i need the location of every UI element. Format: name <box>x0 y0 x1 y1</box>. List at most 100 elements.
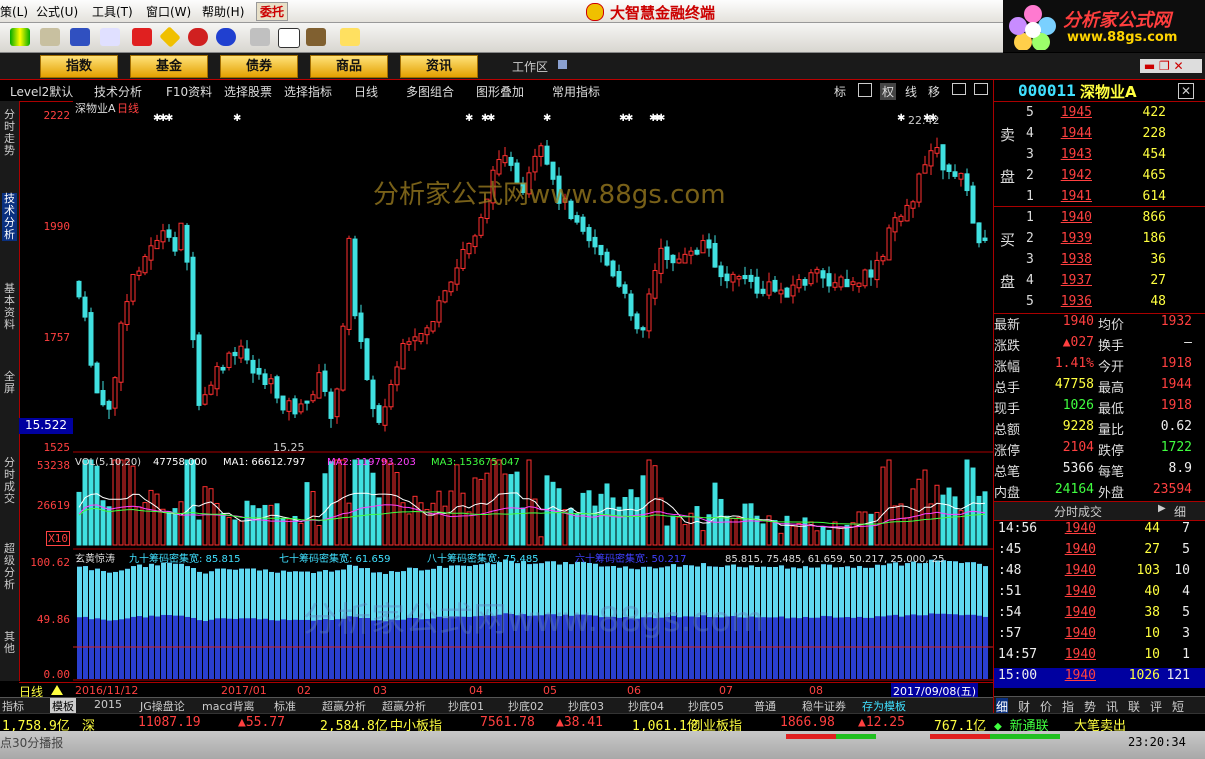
menu-help[interactable]: 帮助(H) <box>202 3 244 20</box>
menu-window[interactable]: 窗口(W) <box>146 3 191 20</box>
btab-indicator[interactable]: 指标 <box>2 698 24 714</box>
ct-level2[interactable]: Level2默认 <box>10 83 73 100</box>
nav-bond-button[interactable]: 债券 <box>220 55 298 78</box>
play-icon[interactable]: ▶ <box>1158 503 1166 514</box>
btab-standard[interactable]: 标准 <box>274 698 296 714</box>
tick-row: :51 1940 40 4 <box>994 584 1205 604</box>
book-row[interactable]: 4 1937 27 <box>994 273 1194 293</box>
ct-move[interactable]: 移 <box>928 83 940 100</box>
grid-icon[interactable] <box>40 28 60 46</box>
btab-template[interactable]: 模板 <box>50 698 76 714</box>
ct-select-stock[interactable]: 选择股票 <box>224 83 272 100</box>
ct-overlay[interactable]: 图形叠加 <box>476 83 524 100</box>
globe-icon[interactable] <box>216 28 236 46</box>
triangle-up-icon[interactable] <box>51 685 63 695</box>
axis-label: 2222 <box>43 109 71 122</box>
workspace-dropdown-icon[interactable] <box>558 60 567 69</box>
candle-body <box>550 161 556 180</box>
book-row[interactable]: 1 1940 866 <box>994 210 1194 230</box>
tab-intraday[interactable]: 分时走势 <box>2 109 17 157</box>
menu-tools[interactable]: 工具(T) <box>92 3 133 20</box>
candle-body <box>496 159 502 175</box>
candle-body <box>148 245 154 261</box>
quote-row: 内盘 24164 外盘 23594 <box>994 482 1205 502</box>
tab-technical[interactable]: 技术分析 <box>2 193 17 241</box>
ct-weight[interactable]: 权 <box>880 83 897 100</box>
book-row[interactable]: 3 1943 454 <box>994 147 1194 167</box>
help-cursor-icon[interactable] <box>340 28 360 46</box>
tab-fullscreen[interactable]: 全屏 <box>2 371 17 395</box>
book-row[interactable]: 2 1939 186 <box>994 231 1194 251</box>
volume-bar <box>562 509 568 546</box>
binoculars-icon[interactable] <box>70 28 90 46</box>
book-row[interactable]: 4 1944 228 <box>994 126 1194 146</box>
menu-trade[interactable]: 委托 <box>256 2 289 21</box>
stock-code: 000011 <box>1018 81 1076 100</box>
btab-bottom01[interactable]: 抄底01 <box>448 698 484 714</box>
next-icon[interactable] <box>974 83 988 95</box>
candle-body <box>706 239 712 249</box>
btab-save-template[interactable]: 存为模板 <box>862 698 906 714</box>
candle-body <box>736 275 742 280</box>
book-row[interactable]: 2 1942 465 <box>994 168 1194 188</box>
ct-f10[interactable]: F10资料 <box>166 83 212 100</box>
candle-body <box>682 253 688 264</box>
btab-2015[interactable]: 2015 <box>94 698 122 711</box>
ct-mark[interactable]: 标 <box>834 83 846 100</box>
record-icon[interactable] <box>188 28 208 46</box>
warning-icon[interactable] <box>159 26 181 48</box>
ct-daily[interactable]: 日线 <box>354 83 378 100</box>
nav-commodity-button[interactable]: 商品 <box>310 55 388 78</box>
btab-bottom05[interactable]: 抄底05 <box>688 698 724 714</box>
ct-select-indicator[interactable]: 选择指标 <box>284 83 332 100</box>
flag-icon[interactable] <box>10 28 30 46</box>
tab-super[interactable]: 超级分析 <box>2 543 17 591</box>
status-bar-red <box>786 734 836 739</box>
ct-multi[interactable]: 多图组合 <box>406 83 454 100</box>
alert-icon[interactable] <box>132 28 152 46</box>
btab-super2[interactable]: 超赢分析 <box>382 698 426 714</box>
volume-bar <box>106 506 112 546</box>
tab-fundamental[interactable]: 基本资料 <box>2 283 17 331</box>
chip-bar-top <box>935 560 940 614</box>
users-icon[interactable] <box>100 28 120 46</box>
book-row[interactable]: 5 1945 422 <box>994 105 1194 125</box>
nav-index-button[interactable]: 指数 <box>40 55 118 78</box>
book-row[interactable]: 5 1936 48 <box>994 294 1194 314</box>
ct-tech[interactable]: 技术分析 <box>94 83 142 100</box>
tick-count: 7 <box>1182 521 1190 536</box>
close-icon[interactable]: ✕ <box>1178 83 1194 99</box>
print-icon[interactable] <box>250 28 270 46</box>
window-controls[interactable]: ▬ ❐ ✕ <box>1140 59 1202 73</box>
tab-other[interactable]: 其他 <box>2 631 17 655</box>
menu-strategy[interactable]: 策(L) <box>0 3 28 20</box>
btab-jg[interactable]: JG操盘论 <box>140 698 185 714</box>
menu-formula[interactable]: 公式(U) <box>36 3 78 20</box>
window-icon[interactable] <box>952 83 966 95</box>
chart-area[interactable]: ✱✱✱ ✱ ✱ ✱✱ ✱ ✱✱ ✱✱✱ ✱ ✱✱ 深物业A 日线 分析家公式网www.88gs.… <box>73 101 993 681</box>
btab-bottom04[interactable]: 抄底04 <box>628 698 664 714</box>
books-icon[interactable] <box>306 28 326 46</box>
btab-macd[interactable]: macd背离 <box>202 698 255 714</box>
window-icon[interactable] <box>278 28 300 48</box>
volume-bar <box>298 522 304 546</box>
btab-bottom03[interactable]: 抄底03 <box>568 698 604 714</box>
crosshair-icon[interactable] <box>858 83 872 97</box>
book-row[interactable]: 1 1941 614 <box>994 189 1194 209</box>
tab-trades[interactable]: 分时成交 <box>2 457 17 505</box>
nav-news-button[interactable]: 资讯 <box>400 55 478 78</box>
book-row[interactable]: 3 1938 36 <box>994 252 1194 272</box>
ticks-detail-tab[interactable]: 细 <box>1174 503 1186 520</box>
btab-normal[interactable]: 普通 <box>754 698 776 714</box>
ticks-title: 分时成交 <box>1054 505 1103 519</box>
btab-bottom02[interactable]: 抄底02 <box>508 698 544 714</box>
candle-body <box>688 250 694 256</box>
workspace-label[interactable]: 工作区 <box>512 58 548 75</box>
candle-body <box>436 300 442 323</box>
ct-line[interactable]: 线 <box>905 83 917 100</box>
candle-body <box>940 144 946 171</box>
nav-fund-button[interactable]: 基金 <box>130 55 208 78</box>
btab-super1[interactable]: 超赢分析 <box>322 698 366 714</box>
btab-steady[interactable]: 稳牛证券 <box>802 698 846 714</box>
ct-common[interactable]: 常用指标 <box>552 83 600 100</box>
